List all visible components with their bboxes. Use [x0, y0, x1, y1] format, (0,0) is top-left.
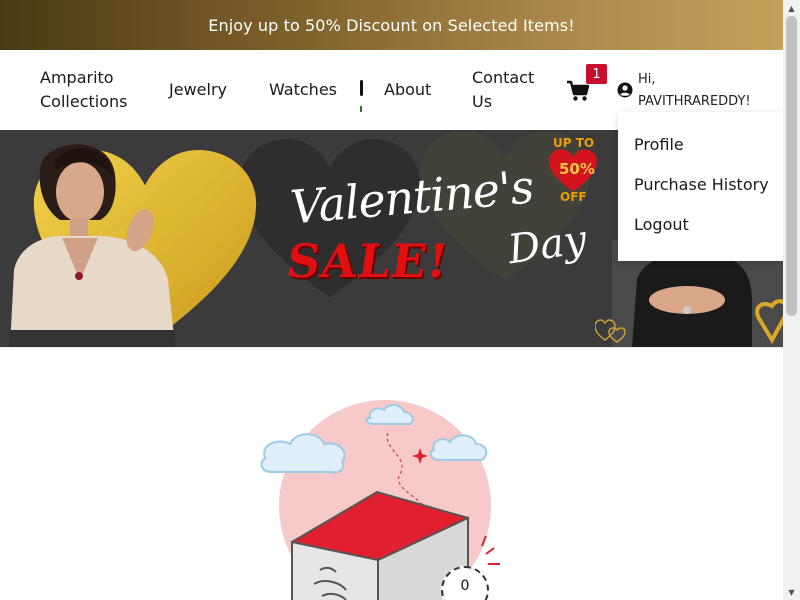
hero-off: OFF	[560, 190, 587, 204]
small-hearts-icon	[595, 319, 626, 343]
user-dropdown-menu: Profile Purchase History Logout	[618, 112, 783, 261]
user-greeting[interactable]: Hi, PAVITHRAREDDY!	[638, 69, 751, 113]
scroll-down-arrow-icon[interactable]: ▼	[783, 584, 800, 600]
brand-line-1: Amparito	[40, 68, 114, 87]
promo-bar: Enjoy up to 50% Discount on Selected Ite…	[0, 0, 783, 50]
nav-contact[interactable]: Contact Us	[472, 66, 534, 114]
clipped-nav-fragment	[359, 78, 365, 114]
dropdown-logout[interactable]: Logout	[634, 215, 689, 234]
dropdown-purchase-history[interactable]: Purchase History	[634, 175, 769, 194]
hero-sale: SALE!	[283, 234, 453, 288]
contact-line-2: Us	[472, 92, 493, 111]
hero-percent: 50%	[559, 160, 595, 178]
greeting-username: PAVITHRAREDDY!	[638, 94, 751, 109]
brand-link[interactable]: Amparito Collections	[40, 66, 140, 114]
promo-text: Enjoy up to 50% Discount on Selected Ite…	[208, 15, 575, 35]
nav-jewelry[interactable]: Jewelry	[169, 78, 227, 102]
greeting-hi: Hi,	[638, 72, 656, 87]
dropdown-profile[interactable]: Profile	[634, 135, 684, 154]
brand-line-2: Collections	[40, 92, 128, 111]
cart-count-badge: 1	[586, 64, 607, 84]
nav-about[interactable]: About	[384, 78, 431, 102]
empty-cart-section: 0	[0, 347, 783, 600]
nav-watches[interactable]: Watches	[269, 78, 337, 102]
scrollbar-thumb[interactable]	[786, 16, 797, 316]
user-circle-icon[interactable]	[617, 82, 633, 98]
counter-value: 0	[460, 578, 470, 594]
scroll-up-arrow-icon[interactable]: ▲	[783, 0, 800, 16]
page: Enjoy up to 50% Discount on Selected Ite…	[0, 0, 783, 600]
empty-box-illustration	[260, 400, 500, 600]
model-photo-left	[10, 144, 175, 347]
contact-line-1: Contact	[472, 68, 535, 87]
